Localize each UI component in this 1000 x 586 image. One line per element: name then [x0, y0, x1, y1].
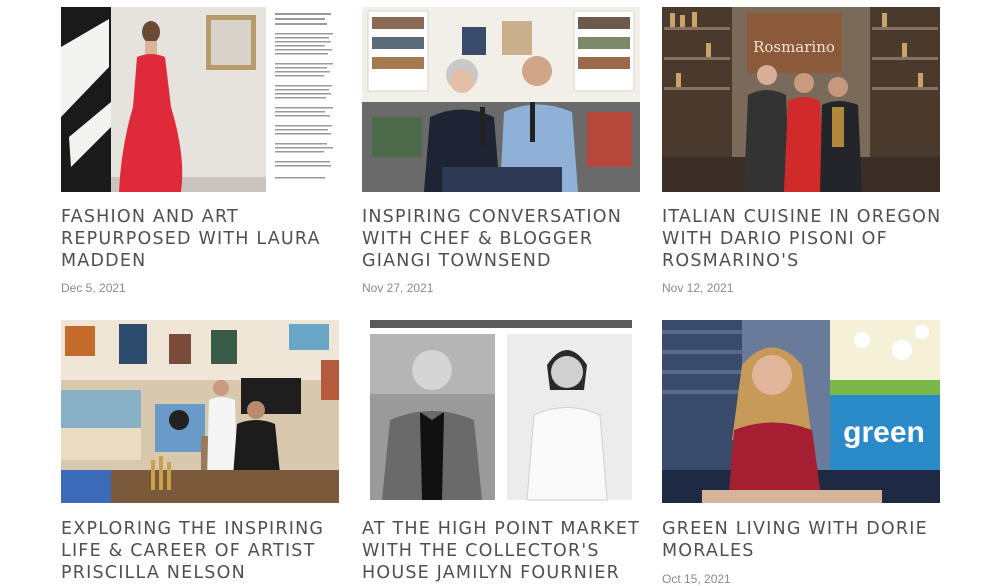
- podcast-hosts-photo: [362, 7, 640, 192]
- post-date: Oct 15, 2021: [662, 572, 731, 586]
- post-thumbnail[interactable]: Rosmarino: [662, 7, 940, 192]
- post-date: Nov 12, 2021: [662, 281, 734, 295]
- restaurant-men-photo: Rosmarino: [662, 7, 940, 192]
- post-title[interactable]: EXPLORING THE INSPIRING LIFE & CAREER OF…: [61, 518, 361, 584]
- post-thumbnail[interactable]: green: [662, 320, 940, 503]
- woman-red-gown-photo: [61, 7, 339, 192]
- post-title[interactable]: INSPIRING CONVERSATION WITH CHEF & BLOGG…: [362, 206, 662, 272]
- post-date: Nov 27, 2021: [362, 281, 434, 295]
- restaurant-sign-text: Rosmarino: [753, 38, 835, 56]
- post-title[interactable]: GREEN LIVING WITH DORIE MORALES: [662, 518, 962, 562]
- post-thumbnail[interactable]: [61, 320, 339, 503]
- bw-portraits-photo: [362, 320, 640, 503]
- post-title[interactable]: ITALIAN CUISINE IN OREGON WITH DARIO PIS…: [662, 206, 962, 272]
- post-thumbnail[interactable]: [362, 320, 640, 503]
- post-thumbnail[interactable]: [61, 7, 339, 192]
- post-title[interactable]: AT THE HIGH POINT MARKET WITH THE COLLEC…: [362, 518, 662, 584]
- post-title[interactable]: FASHION AND ART REPURPOSED WITH LAURA MA…: [61, 206, 361, 272]
- woman-green-sign-photo: green: [662, 320, 940, 503]
- artist-studio-photo: [61, 320, 339, 503]
- green-sign-text: green: [843, 416, 925, 449]
- post-date: Dec 5, 2021: [61, 281, 126, 295]
- post-thumbnail[interactable]: [362, 7, 640, 192]
